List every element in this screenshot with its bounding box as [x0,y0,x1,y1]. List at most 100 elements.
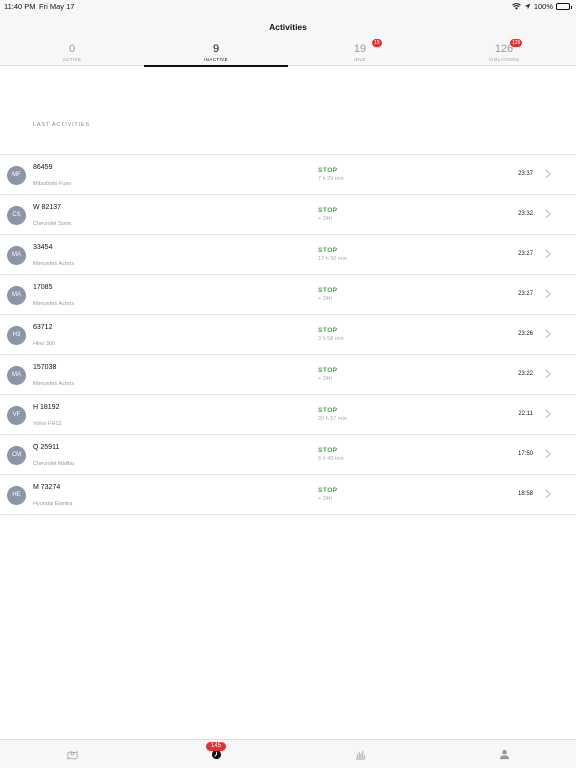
activity-row[interactable]: H3 63712 Hino 300 STOP 3 h 58 min 23:26 [0,315,576,355]
segment-inactive[interactable]: 9 INACTIVE [144,40,288,67]
vehicle-plate: 33454 [33,244,53,251]
bar-chart-icon [355,750,365,759]
chevron-right-icon [545,289,551,299]
status-duration: 7 h 29 min [318,176,344,182]
segment-label: ACTIVE [62,57,82,62]
vehicle-plate: M 73274 [33,484,61,491]
chevron-right-icon [545,249,551,259]
section-title: LAST ACTIVITIES [33,122,90,128]
chevron-right-icon [545,409,551,419]
status-duration: + 24h [318,216,332,222]
status-duration: + 24h [318,376,332,382]
activity-row[interactable]: MF 86459 Mitsubishi Fuso STOP 7 h 29 min… [0,155,576,195]
vehicle-model: Mercedes Actros [33,381,74,387]
segment-count: 126 [494,43,514,55]
activity-time: 23:32 [517,211,533,217]
vehicle-model: Volvo FH12 [33,421,62,427]
avatar: HE [7,486,26,505]
segment-label: IDLE [354,57,366,62]
activity-time: 17:50 [517,451,533,457]
status-label: STOP [318,167,338,174]
status-label: STOP [318,287,338,294]
chevron-right-icon [545,449,551,459]
avatar: MA [7,366,26,385]
status-bar: 11:40 PM Fri May 17 100% [0,0,576,14]
status-duration: 17 h 50 min [318,256,347,262]
avatar: MA [7,286,26,305]
segment-count: 9 [212,43,220,55]
status-label: STOP [318,367,338,374]
segment-idle[interactable]: 19 IDLE 19 [288,39,432,66]
activity-row[interactable]: MA 17085 Mercedes Actros STOP + 24h 23:2… [0,275,576,315]
vehicle-model: Chevrolet Sonic [33,221,72,227]
status-duration: + 24h [318,496,332,502]
activity-row[interactable]: MA 33454 Mercedes Actros STOP 17 h 50 mi… [0,235,576,275]
map-icon [67,750,77,760]
activity-time: 23:27 [517,251,533,257]
vehicle-plate: Q 25911 [33,444,60,451]
chevron-right-icon [545,209,551,219]
user-icon [499,749,509,759]
activity-time: 22:11 [518,411,533,417]
activity-row[interactable]: MA 157038 Mercedes Actros STOP + 24h 23:… [0,355,576,395]
vehicle-plate: W 82137 [33,204,62,211]
tab-bar: 145 [0,739,576,768]
activity-time: 23:37 [517,171,533,177]
status-label: STOP [318,247,338,254]
vehicle-plate: 17085 [33,284,53,291]
activity-row[interactable]: HE M 73274 Hyundai Elantra STOP + 24h 18… [0,475,576,515]
chevron-right-icon [545,369,551,379]
vehicle-plate: H 18192 [33,404,60,411]
chevron-right-icon [545,169,551,179]
avatar: CS [7,206,26,225]
segment-label: VIOLATIONS [488,57,520,62]
segment-badge: 19 [372,39,382,47]
chevron-right-icon [545,489,551,499]
vehicle-model: Mercedes Actros [33,301,74,307]
tab-map[interactable] [0,740,144,768]
chevron-right-icon [545,329,551,339]
activity-row[interactable]: CS W 82137 Chevrolet Sonic STOP + 24h 23… [0,195,576,235]
activity-row[interactable]: VF H 18192 Volvo FH12 STOP 20 h 57 min 2… [0,395,576,435]
tab-profile[interactable] [432,740,576,768]
avatar: MA [7,246,26,265]
activity-time: 23:22 [517,371,533,377]
tab-statistics[interactable] [288,740,432,768]
tab-activities[interactable]: 145 [144,740,288,768]
vehicle-plate: 157038 [33,364,57,371]
status-duration: 20 h 57 min [318,416,347,422]
segment-label: INACTIVE [204,57,228,62]
battery-icon [556,3,572,10]
status-label: STOP [318,447,338,454]
status-right: 100% [511,2,572,11]
avatar: VF [7,406,26,425]
vehicle-model: Chevrolet Malibu [33,461,75,467]
vehicle-plate: 63712 [33,324,53,331]
status-label: STOP [318,327,338,334]
tab-badge: 145 [205,742,227,751]
avatar: H3 [7,326,26,345]
segment-control: 0 ACTIVE 9 INACTIVE 19 IDLE 19 126 VIOLA… [0,39,576,67]
vehicle-model: Hino 300 [33,341,56,347]
page-title: Activities [269,22,307,32]
activity-row[interactable]: CM Q 25911 Chevrolet Malibu STOP 5 h 49 … [0,435,576,475]
status-time: 11:40 PM [4,2,36,11]
activity-time: 23:27 [517,291,533,297]
location-arrow-icon [524,3,531,10]
status-label: STOP [318,487,338,494]
avatar: MF [7,166,26,185]
vehicle-model: Mercedes Actros [33,261,74,267]
segment-count: 19 [353,43,367,55]
segment-count: 0 [68,43,76,55]
wifi-icon [511,3,521,10]
activity-time: 18:58 [517,491,533,497]
segment-active[interactable]: 0 ACTIVE [0,40,144,66]
activity-time: 23:26 [517,331,533,337]
status-label: STOP [318,407,338,414]
vehicle-model: Mitsubishi Fuso [33,181,72,187]
segment-violations[interactable]: 126 VIOLATIONS 126 [432,39,576,66]
status-date: Fri May 17 [39,2,75,11]
vehicle-model: Hyundai Elantra [33,501,73,507]
status-duration: 5 h 49 min [318,456,344,462]
activity-list: MF 86459 Mitsubishi Fuso STOP 7 h 29 min… [0,154,576,515]
